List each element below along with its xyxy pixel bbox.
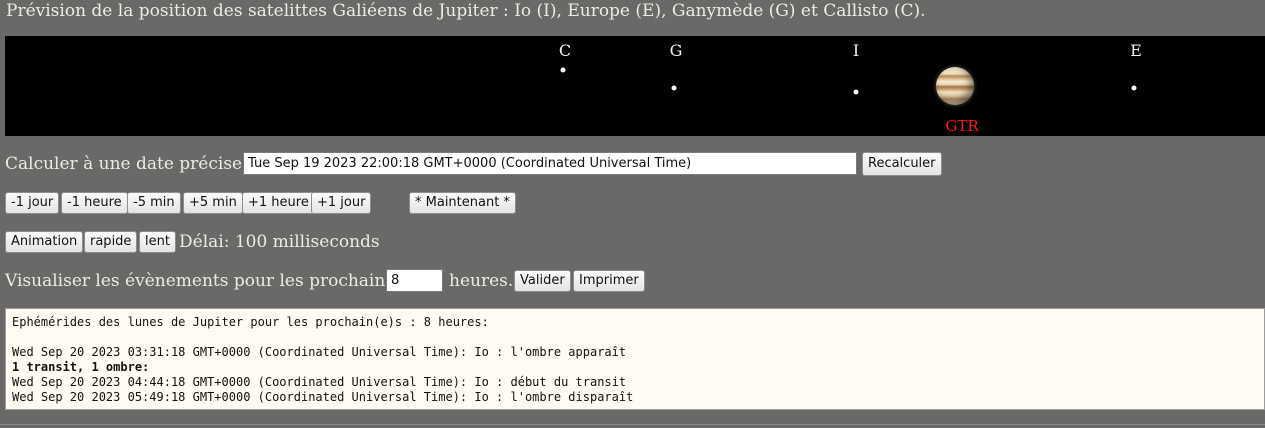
moon-label-io: I <box>852 41 860 60</box>
plus-five-min-button[interactable]: +5 min <box>183 192 243 214</box>
log-line: Wed Sep 20 2023 03:31:18 GMT+0000 (Coord… <box>12 345 627 359</box>
jupiter-planet-image <box>936 67 974 105</box>
moon-europe-dot <box>1131 85 1137 91</box>
minus-one-hour-button[interactable]: -1 heure <box>61 192 128 214</box>
events-label-before: Visualiser les évènements pour les proch… <box>5 271 405 291</box>
moon-callisto-dot <box>560 67 566 73</box>
recalculate-button[interactable]: Recalculer <box>862 152 942 176</box>
slow-button[interactable]: lent <box>139 231 176 253</box>
log-line: Wed Sep 20 2023 04:44:18 GMT+0000 (Coord… <box>12 375 627 389</box>
plus-one-day-button[interactable]: +1 jour <box>311 192 372 214</box>
bottom-divider <box>0 424 1265 425</box>
log-header: Ephémérides des lunes de Jupiter pour le… <box>12 315 489 329</box>
animation-button[interactable]: Animation <box>5 231 84 253</box>
date-row-label: Calculer à une date précise : <box>5 154 254 174</box>
plus-one-hour-button[interactable]: +1 heure <box>242 192 315 214</box>
now-button[interactable]: * Maintenant * <box>409 192 516 214</box>
jupiter-event-code: GTR <box>945 117 979 135</box>
date-input[interactable] <box>243 152 857 175</box>
log-line: Wed Sep 20 2023 05:49:18 GMT+0000 (Coord… <box>12 390 634 404</box>
moon-label-ganymede: G <box>669 41 683 60</box>
log-section-heading: 1 transit, 1 ombre: <box>12 360 150 374</box>
events-label-after: heures. <box>449 271 514 291</box>
minus-five-min-button[interactable]: -5 min <box>127 192 181 214</box>
moon-io-dot <box>853 89 859 95</box>
minus-one-day-button[interactable]: -1 jour <box>5 192 60 214</box>
moon-label-callisto: C <box>558 41 572 60</box>
page-title: Prévision de la position des satelittes … <box>6 1 926 21</box>
fast-button[interactable]: rapide <box>84 231 138 253</box>
moon-label-europe: E <box>1130 41 1142 60</box>
validate-button[interactable]: Valider <box>514 270 571 292</box>
ephemeris-log: Ephémérides des lunes de Jupiter pour le… <box>5 308 1265 410</box>
log-blank-line <box>12 330 1258 345</box>
hours-input[interactable] <box>386 269 443 292</box>
moon-ganymede-dot <box>671 85 677 91</box>
animation-delay-text: Délai: 100 milliseconds <box>179 232 380 252</box>
print-button[interactable]: Imprimer <box>573 270 645 292</box>
jupiter-sky-view: C G I GTR E <box>5 36 1265 136</box>
